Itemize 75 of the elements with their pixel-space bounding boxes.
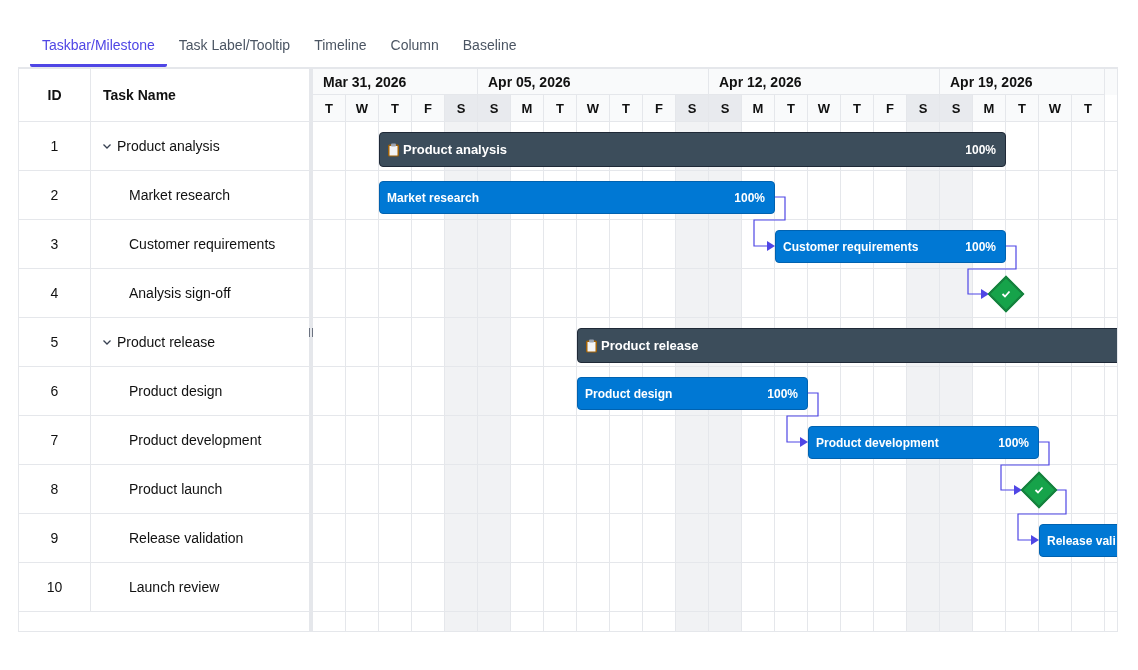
table-cell: 1 xyxy=(19,122,91,170)
day-header: S xyxy=(709,95,742,121)
tab[interactable]: Task Label/Tooltip xyxy=(166,25,303,67)
progress-label: 100% xyxy=(998,435,1029,450)
day-header: M xyxy=(973,95,1006,121)
task-name: Analysis sign-off xyxy=(129,285,231,301)
table-cell: 10 xyxy=(19,563,91,611)
day-header: S xyxy=(478,95,511,121)
check-icon xyxy=(1001,289,1011,299)
day-header: T xyxy=(610,95,643,121)
task-name: Customer requirements xyxy=(129,236,276,252)
day-header: F xyxy=(412,95,445,121)
column-header: Task Name xyxy=(102,86,177,105)
table-cell: 2 xyxy=(19,171,91,219)
bar-label: Product development xyxy=(816,435,939,450)
column-header: ID xyxy=(19,69,91,121)
task-name: Product launch xyxy=(129,481,223,497)
clipboard-icon xyxy=(387,142,400,157)
tab[interactable]: Baseline xyxy=(450,25,529,67)
task-name: Market research xyxy=(129,187,231,203)
table-cell: 7 xyxy=(19,416,91,464)
day-header: W xyxy=(577,95,610,121)
bar-label: Product release xyxy=(601,338,699,353)
task-name: Product release xyxy=(117,334,216,350)
task-bar[interactable]: Release vali xyxy=(1039,524,1117,557)
progress-label: 100% xyxy=(965,239,996,254)
check-icon xyxy=(1034,485,1044,495)
table-cell: 3 xyxy=(19,220,91,268)
summary-bar[interactable]: Product release xyxy=(577,328,1117,363)
task-name: Product analysis xyxy=(117,138,220,154)
grip-icon[interactable] xyxy=(309,328,313,337)
task-bar[interactable]: Product design 100% xyxy=(577,377,808,410)
task-name: Release validation xyxy=(129,530,244,546)
day-header: F xyxy=(643,95,676,121)
tab[interactable]: Taskbar/Milestone xyxy=(30,25,167,67)
task-name: Product design xyxy=(129,383,223,399)
progress-label: 100% xyxy=(734,190,765,205)
table-cell: 6 xyxy=(19,367,91,415)
day-header: T xyxy=(379,95,412,121)
summary-bar[interactable]: Product analysis 100% xyxy=(379,132,1006,167)
task-bar[interactable]: Customer requirements 100% xyxy=(775,230,1006,263)
table-cell: 9 xyxy=(19,514,91,562)
table-cell: 8 xyxy=(19,465,91,513)
day-header: M xyxy=(742,95,775,121)
task-name: Launch review xyxy=(129,579,220,595)
day-header: M xyxy=(511,95,544,121)
task-name: Product development xyxy=(129,432,262,448)
day-header: S xyxy=(940,95,973,121)
tab[interactable]: Timeline xyxy=(302,25,379,67)
day-header: S xyxy=(445,95,478,121)
progress-label: 100% xyxy=(767,386,798,401)
day-header: S xyxy=(676,95,709,121)
day-header: F xyxy=(874,95,907,121)
day-header: T xyxy=(1072,95,1105,121)
clipboard-icon xyxy=(585,338,598,353)
progress-label: 100% xyxy=(965,142,996,157)
table-cell: 5 xyxy=(19,318,91,366)
table-cell: 4 xyxy=(19,269,91,317)
bar-label: Customer requirements xyxy=(783,239,919,254)
day-header: T xyxy=(1006,95,1039,121)
day-header: W xyxy=(346,95,379,121)
task-bar[interactable]: Product development 100% xyxy=(808,426,1039,459)
bar-label: Product analysis xyxy=(403,142,508,157)
bar-label: Release vali xyxy=(1047,533,1116,548)
tab[interactable]: Column xyxy=(378,25,451,67)
day-header: T xyxy=(313,95,346,121)
day-header: T xyxy=(544,95,577,121)
task-bar[interactable]: Market research 100% xyxy=(379,181,775,214)
day-header: S xyxy=(907,95,940,121)
day-header: W xyxy=(1039,95,1072,121)
day-header: T xyxy=(775,95,808,121)
bar-label: Product design xyxy=(585,386,673,401)
day-header: W xyxy=(808,95,841,121)
day-header: T xyxy=(841,95,874,121)
bar-label: Market research xyxy=(387,190,480,205)
